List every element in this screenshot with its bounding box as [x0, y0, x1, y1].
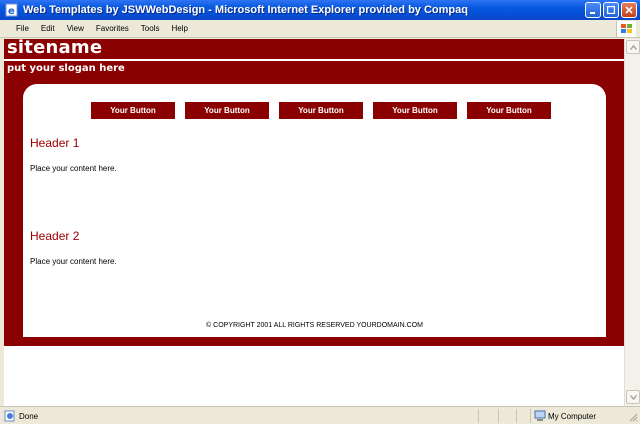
security-zone-text: My Computer — [548, 412, 597, 421]
maximize-button[interactable] — [603, 2, 619, 18]
nav-button-3[interactable]: Your Button — [279, 102, 363, 119]
nav-button-1[interactable]: Your Button — [91, 102, 175, 119]
scroll-down-button[interactable] — [626, 390, 640, 404]
menu-favorites[interactable]: Favorites — [96, 24, 135, 33]
menu-file[interactable]: File — [16, 24, 35, 33]
window-title-bar[interactable]: e Web Templates by JSWWebDesign - Micros… — [0, 0, 640, 20]
nav-button-5[interactable]: Your Button — [467, 102, 551, 119]
status-divider — [530, 409, 531, 423]
site-slogan: put your slogan here — [7, 63, 125, 74]
menu-bar: File Edit View Favorites Tools Help — [0, 20, 640, 38]
minimize-button[interactable] — [585, 2, 601, 18]
section-header-2: Header 2 — [30, 229, 80, 243]
copyright-footer: © COPYRIGHT 2001 ALL RIGHTS RESERVED YOU… — [206, 322, 423, 329]
menu-help[interactable]: Help — [171, 24, 193, 33]
section-body-1: Place your content here. — [30, 164, 117, 173]
menu-edit[interactable]: Edit — [41, 24, 61, 33]
page-done-icon — [4, 410, 16, 422]
svg-text:e: e — [8, 6, 15, 17]
my-computer-icon — [534, 410, 546, 422]
window-title: Web Templates by JSWWebDesign - Microsof… — [23, 4, 468, 16]
status-divider — [498, 409, 499, 423]
windows-logo-icon — [616, 21, 636, 37]
nav-button-2[interactable]: Your Button — [185, 102, 269, 119]
browser-viewport: sitename put your slogan here Your Butto… — [4, 39, 624, 406]
ie-icon: e — [5, 3, 19, 17]
nav-buttons: Your Button Your Button Your Button Your… — [91, 102, 551, 119]
nav-button-4[interactable]: Your Button — [373, 102, 457, 119]
content-panel: Your Button Your Button Your Button Your… — [23, 84, 606, 337]
status-divider — [516, 409, 517, 423]
status-bar: Done My Computer — [0, 406, 640, 424]
menu-tools[interactable]: Tools — [141, 24, 166, 33]
section-header-1: Header 1 — [30, 136, 80, 150]
section-body-2: Place your content here. — [30, 257, 117, 266]
vertical-scrollbar[interactable] — [624, 39, 640, 406]
resize-grip-icon[interactable] — [628, 412, 638, 422]
scroll-up-button[interactable] — [626, 40, 640, 54]
close-button[interactable] — [621, 2, 637, 18]
site-name: sitename — [7, 39, 103, 58]
menu-view[interactable]: View — [67, 24, 90, 33]
status-text: Done — [19, 412, 39, 421]
status-divider — [478, 409, 479, 423]
